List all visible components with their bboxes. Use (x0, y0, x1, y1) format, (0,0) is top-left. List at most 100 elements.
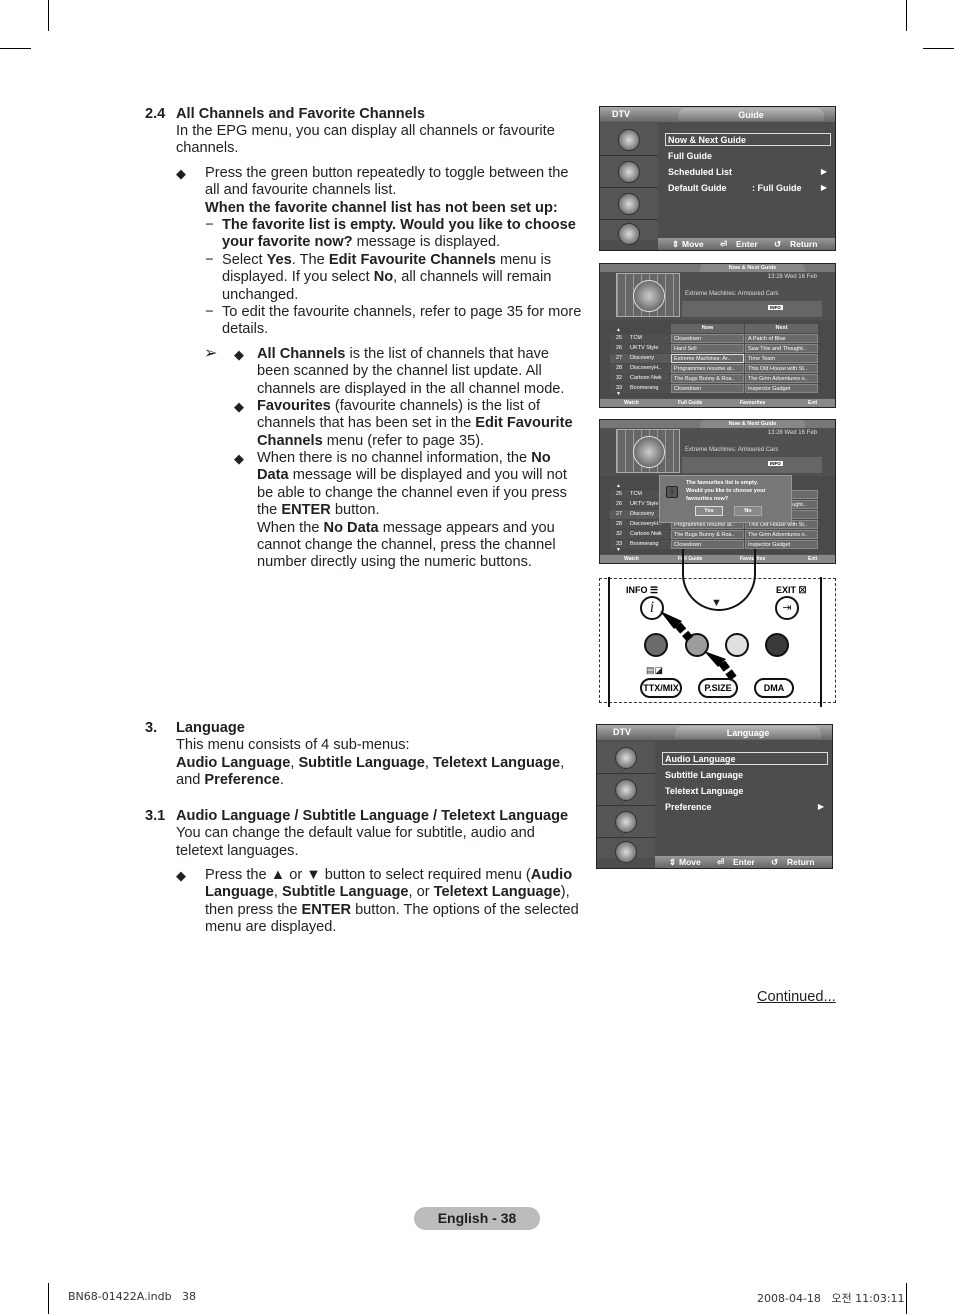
text-span: When the (257, 519, 324, 536)
text-span: Data (257, 467, 289, 484)
divider (600, 155, 658, 156)
diamond-bullet-icon: ◆ (234, 399, 244, 414)
psize-button[interactable]: P.SIZE (698, 678, 738, 698)
arrow-to-green-shaft (718, 660, 738, 682)
text-span: button. The options of the selected (351, 901, 579, 918)
text-span: Edit Favourite Channels (328, 252, 496, 268)
crop-mark (48, 1283, 49, 1314)
diamond-bullet-icon: ◆ (234, 451, 244, 466)
text-line: all and favourite channels list. (205, 182, 397, 199)
channel-row[interactable]: 25 TCM ClosedownA Patch of Blue (610, 334, 818, 343)
channel-row[interactable]: 33 Boomerang Closedown Inspector Gadget (610, 540, 818, 549)
preview-image (616, 429, 680, 473)
channel-row[interactable]: 32 Cartoon Nwk The Bugs Bunny & Roa.. The G… (610, 374, 818, 383)
channel-name: Discovery (630, 355, 655, 361)
info-box: INFO (682, 457, 822, 473)
channel-number: 32 (616, 375, 623, 381)
channel-row[interactable]: 26 UKTV Style Hard SellSaw This and Though… (610, 344, 818, 353)
text-span: Favourites (257, 398, 331, 414)
channel-number: 25 (616, 491, 623, 497)
text-span: message will be displayed and you will n… (288, 467, 567, 484)
arrow-right-icon: ▶ (817, 802, 824, 811)
note-arrow-icon: ➢ (204, 345, 218, 362)
yes-button[interactable]: Yes (695, 506, 723, 516)
epg-program-title: Extreme Machines: Armoured Cars (685, 291, 779, 297)
print-date-info: 2008-04-18 오전 11:03:11 (757, 1292, 905, 1305)
channel-number: 27 (616, 511, 623, 517)
text-line: number directly using the numeric button… (257, 554, 532, 571)
dash-icon: − (205, 304, 214, 320)
menu-item-teletext-language[interactable]: Teletext Language (665, 785, 743, 797)
preview-thumbnail (633, 436, 665, 468)
dtv-label: DTV (613, 727, 631, 737)
menu-item-full-guide[interactable]: Full Guide (668, 150, 712, 162)
footer-full-guide: Full Guide (678, 400, 703, 406)
footer-move: Move (682, 239, 704, 249)
menu-sidebar (600, 123, 658, 245)
text-span: Teletext Language (433, 884, 561, 901)
crop-mark (906, 1283, 907, 1314)
scroll-down-icon[interactable]: ▼ (616, 547, 621, 553)
text-span: No Data (323, 519, 379, 536)
channel-number: 28 (616, 365, 623, 371)
next-program: Inspector Gadget (745, 540, 818, 549)
dash-item: To edit the favourite channels, refer to… (222, 304, 581, 339)
channel-name: Boomerang (630, 541, 659, 547)
menu-item-preference[interactable]: Preference (665, 801, 712, 813)
text-span: . The (291, 252, 329, 268)
menu-item-now-next-guide[interactable]: Now & Next Guide (668, 134, 746, 146)
no-button[interactable]: No (734, 506, 762, 516)
intro-line: In the EPG menu, you can display all cha… (176, 123, 555, 139)
scroll-up-icon[interactable]: ▲ (616, 327, 621, 333)
screen-title: Language (675, 726, 821, 739)
channel-row[interactable]: 28 DiscoveryH.. Programmes resume at.. This… (610, 364, 818, 373)
info-badge[interactable]: INFO (768, 461, 783, 466)
epg-datetime: 13:28 Wed 16 Feb (767, 274, 817, 280)
text-line: Would you like to choose your (686, 488, 766, 494)
next-program: This Old House with St.. (745, 364, 818, 373)
channel-name: DiscoveryH.. (630, 365, 662, 371)
text-line: teletext languages. (176, 842, 299, 859)
scroll-up-icon[interactable]: ▲ (616, 483, 621, 489)
next-program: The Grim Adventures o.. (745, 530, 818, 539)
menu-item-audio-language[interactable]: Audio Language (665, 753, 736, 765)
remote-control-illustration: ▼ INFO ☰ i EXIT ☒ ⇥ ▤◪ TTX/MIX P.SIZE DM… (599, 549, 836, 707)
default-guide-value: : Full Guide (752, 183, 802, 193)
text-span: Teletext Language (433, 754, 561, 771)
menu-item-scheduled-list[interactable]: Scheduled List (668, 166, 732, 178)
menu-item-subtitle-language[interactable]: Subtitle Language (665, 769, 743, 781)
channel-row[interactable]: 33 Boomerang Closedown Inspector Gadget (610, 384, 818, 393)
channel-name: Boomerang (630, 385, 659, 391)
sound-menu-icon (615, 779, 637, 801)
divider (600, 219, 658, 220)
screen-footer: ⇕ Move ⏎ Enter ↺ Return (658, 238, 835, 250)
text-span: When there is no channel information, th… (257, 450, 532, 466)
info-badge[interactable]: INFO (768, 305, 783, 310)
dma-button[interactable]: DMA (754, 678, 794, 698)
picture-menu-icon (618, 129, 640, 151)
text-span: Edit Favourite (475, 415, 573, 432)
text-span: the (257, 502, 282, 519)
text-line: been scanned by the channel list update.… (257, 363, 542, 380)
channel-row[interactable]: 27 Discovery Extreme Machines: Ar..Time Te… (610, 354, 818, 363)
epg-grid: Now Next ▲ 25 TCM Closedown A Patch of Blue… (600, 320, 835, 398)
ttx-mix-button[interactable]: TTX/MIX (640, 678, 682, 698)
note-item: When there is no channel information, th… (257, 450, 567, 572)
favourites-empty-dialog: ! The favourites list is empty. Would yo… (659, 475, 792, 523)
next-program: Inspector Gadget (745, 384, 818, 393)
divider (600, 187, 658, 188)
menu-item-default-guide[interactable]: Default Guide (668, 182, 727, 194)
footer-return: Return (787, 857, 815, 867)
section-number: 2.4 (145, 106, 166, 122)
divider (597, 773, 655, 774)
text-line: The favorite list is empty. Would you li… (222, 217, 576, 233)
scroll-down-icon[interactable]: ▼ (616, 391, 621, 397)
col-header-now: Now (671, 324, 744, 333)
channel-row[interactable]: 32 Cartoon Nwk The Bugs Bunny & Roa.. The G… (610, 530, 818, 539)
text-line: details. (222, 321, 269, 338)
col-header-next: Next (745, 324, 818, 333)
footer-exit: Exit (808, 556, 818, 562)
info-box: INFO (682, 301, 822, 317)
section-body: Audio Language / Subtitle Language / Tel… (176, 808, 568, 860)
text-span: Yes (266, 252, 292, 268)
